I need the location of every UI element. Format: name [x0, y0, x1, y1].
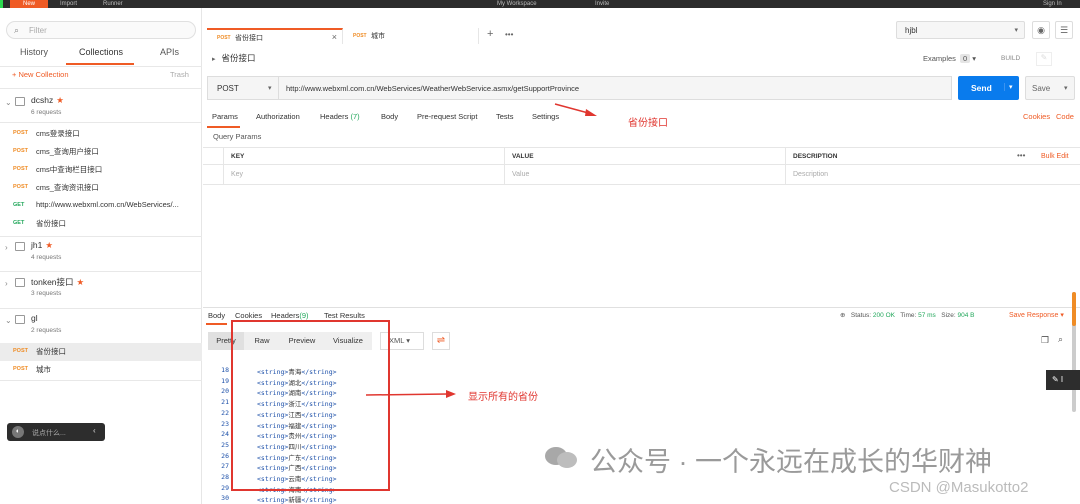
annotation-label: 显示所有的省份: [468, 392, 538, 403]
wechat-icon: [545, 447, 577, 468]
annotation-arrows: [365, 103, 597, 398]
side-widget[interactable]: ✎ I: [1046, 370, 1080, 390]
annotation-arrowhead: [585, 109, 597, 116]
csdn-watermark: CSDN @Masukotto2: [889, 479, 1029, 496]
annotation-label: 省份接口: [628, 118, 668, 129]
annotation-arrowhead: [446, 390, 456, 398]
scrollbar-thumb[interactable]: [1072, 292, 1076, 326]
annotation-arrow: [365, 393, 449, 396]
watermark-text: 公众号 · 一个永远在成长的华财神: [590, 447, 992, 477]
